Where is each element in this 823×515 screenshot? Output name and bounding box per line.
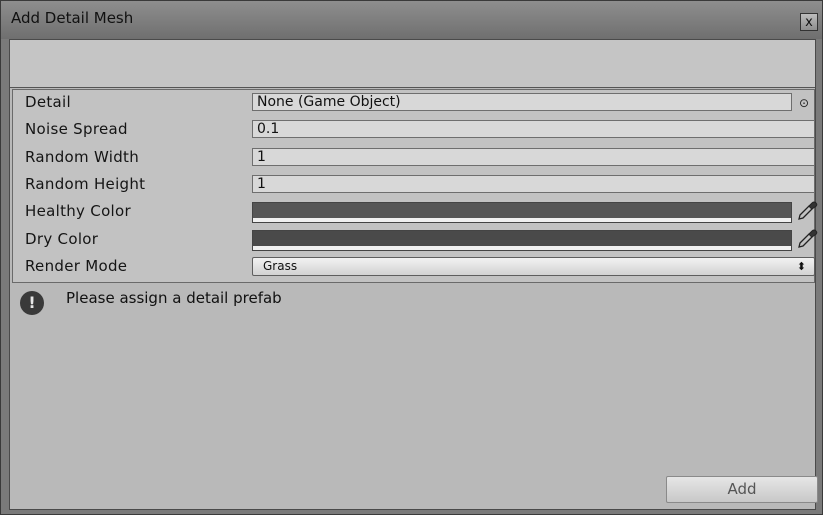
row-noise-spread: Noise Spread 0.1 [13,117,815,144]
row-random-height: Random Height 1 [13,172,815,199]
noise-spread-field[interactable]: 0.1 [252,120,815,138]
dry-color-field[interactable] [252,230,792,251]
eyedropper-icon[interactable] [796,228,818,250]
up-down-arrow-icon: ⬍ [796,260,806,273]
row-dry-color: Dry Color [13,227,818,254]
render-mode-label: Render Mode [25,257,128,275]
render-mode-dropdown[interactable]: Grass ⬍ [252,257,815,276]
healthy-color-label: Healthy Color [25,202,131,220]
toolbar-area [10,40,815,88]
alpha-strip [253,218,791,222]
object-picker-icon[interactable]: ⊙ [799,96,809,110]
alpha-strip [253,246,791,250]
properties-panel: Detail None (Game Object) ⊙ Noise Spread… [12,89,818,283]
noise-spread-label: Noise Spread [25,120,128,138]
random-width-label: Random Width [25,148,140,166]
render-mode-value: Grass [263,259,298,273]
row-random-width: Random Width 1 [13,145,815,172]
row-render-mode: Render Mode Grass ⬍ [13,254,815,281]
help-box: ! Please assign a detail prefab [14,287,811,315]
dry-color-label: Dry Color [25,230,99,248]
row-healthy-color: Healthy Color [13,199,818,226]
title-bar[interactable]: Add Detail Mesh x [1,1,822,39]
dialog-content: Detail None (Game Object) ⊙ Noise Spread… [9,39,818,510]
detail-object-field[interactable]: None (Game Object) [252,93,792,111]
random-width-field[interactable]: 1 [252,148,815,166]
row-detail: Detail None (Game Object) ⊙ [13,90,814,117]
add-button[interactable]: Add [666,476,818,503]
eyedropper-icon[interactable] [796,200,818,222]
help-message: Please assign a detail prefab [66,289,282,307]
random-height-label: Random Height [25,175,146,193]
warning-icon: ! [20,291,44,315]
window-title: Add Detail Mesh [11,9,134,27]
healthy-color-field[interactable] [252,202,792,223]
detail-label: Detail [25,93,71,111]
add-detail-mesh-window: Add Detail Mesh x Detail None (Game Obje… [0,0,823,515]
random-height-field[interactable]: 1 [252,175,815,193]
close-button[interactable]: x [800,13,818,31]
